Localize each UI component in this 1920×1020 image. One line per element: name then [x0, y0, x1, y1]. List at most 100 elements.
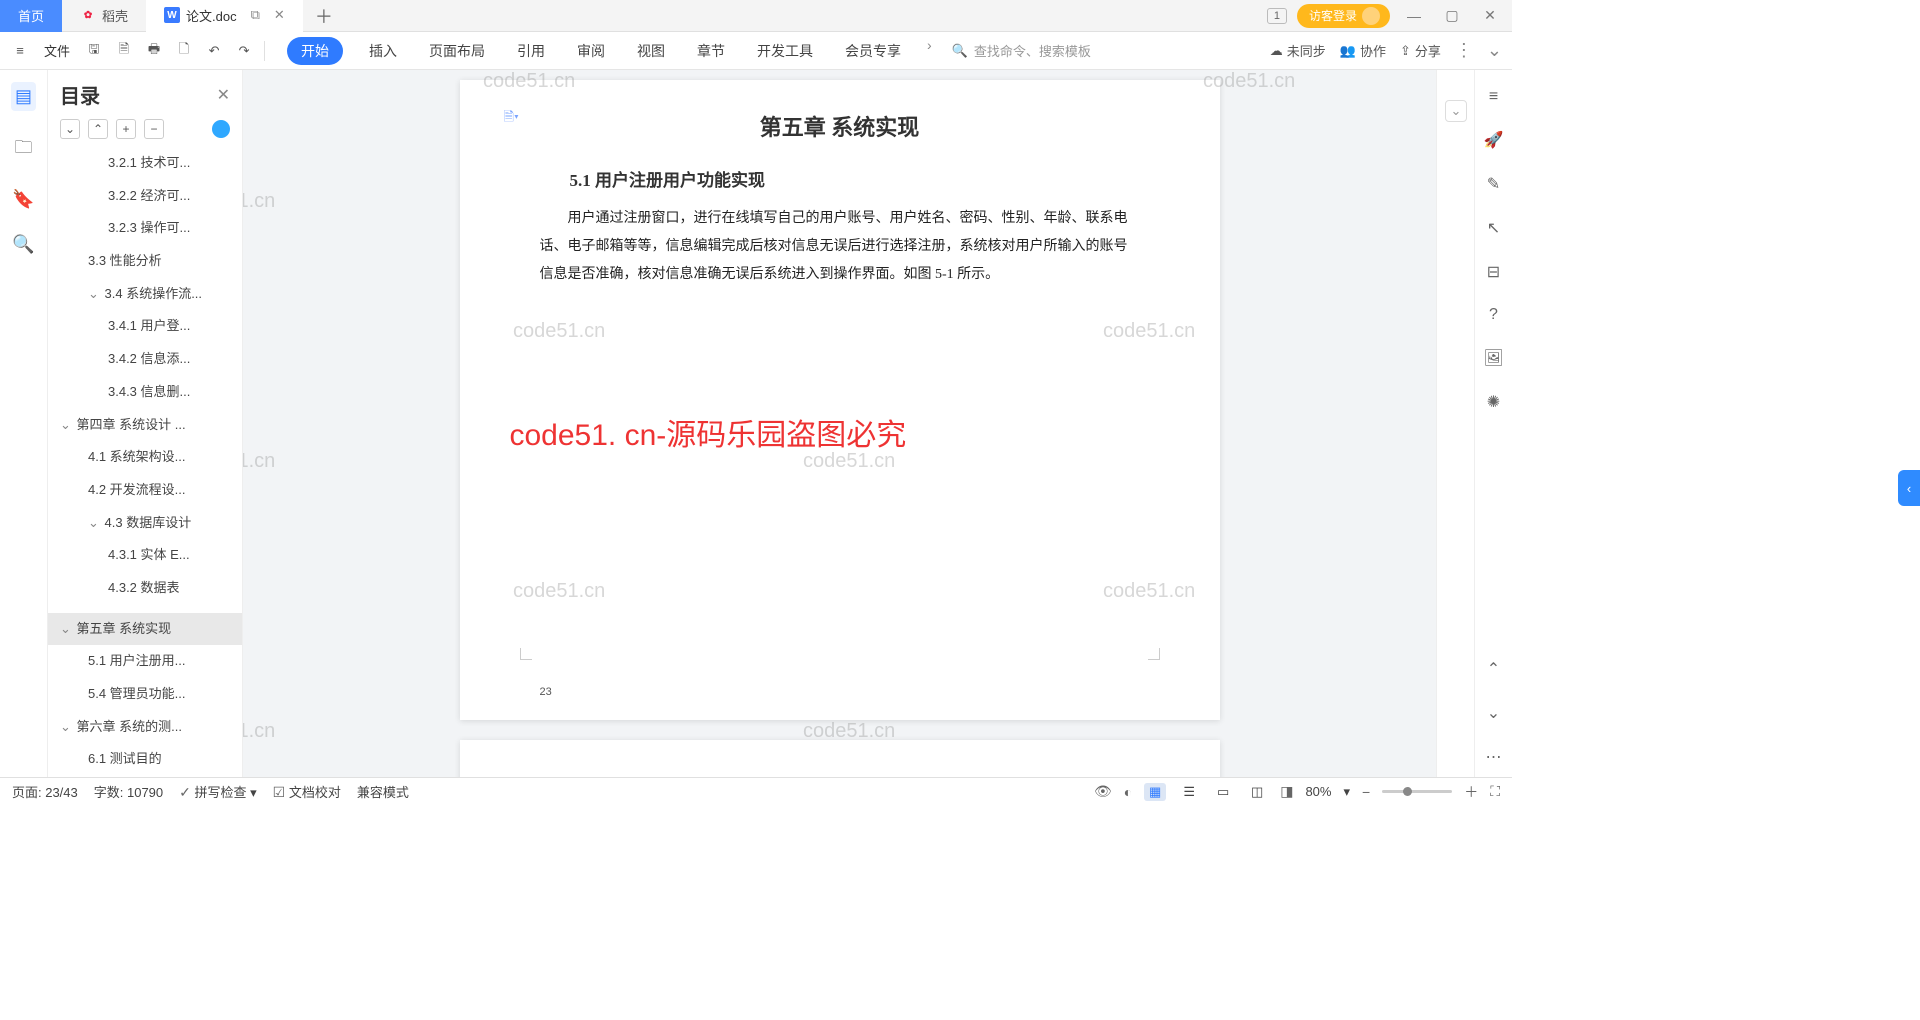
outline-expand-all[interactable]: ⌃	[88, 119, 108, 139]
print-icon[interactable]: 🖶	[144, 41, 164, 61]
tab-close-icon[interactable]: ✕	[274, 7, 285, 23]
ribbon-tab-member[interactable]: 会员专享	[839, 37, 907, 65]
share-button[interactable]: ⇪分享	[1400, 41, 1441, 60]
zoom-in-icon[interactable]: ＋	[1464, 782, 1478, 802]
tab-count-badge[interactable]: 1	[1267, 8, 1287, 24]
document-area[interactable]: 🗎▾ 第五章 系统实现 5.1 用户注册用户功能实现 用户通过注册窗口，进行在线…	[243, 70, 1436, 777]
ribbon-tab-start[interactable]: 开始	[287, 37, 343, 65]
highlighter-icon[interactable]: ✎	[1487, 174, 1500, 194]
outline-item[interactable]: 3.2.2 经济可...	[48, 180, 242, 213]
status-spellcheck[interactable]: ✓ 拼写检查 ▾	[179, 782, 257, 801]
outline-rail-icon[interactable]: ▤	[11, 82, 36, 111]
outline-item[interactable]: 3.4.2 信息添...	[48, 343, 242, 376]
side-expand-tab[interactable]: ‹	[1898, 470, 1920, 506]
bookmark-rail-icon[interactable]: 🔖	[12, 189, 34, 210]
ribbon-tab-reference[interactable]: 引用	[511, 37, 551, 65]
format-brush-icon[interactable]: ≡	[1489, 88, 1498, 106]
ribbon-tab-insert[interactable]: 插入	[363, 37, 403, 65]
menu-icon[interactable]: ≡	[10, 41, 30, 61]
redo-icon[interactable]: ↷	[234, 41, 254, 61]
tab-home[interactable]: 首页	[0, 0, 62, 32]
outline-item[interactable]: 4.2 开发流程设...	[48, 474, 242, 507]
outline-item[interactable]: ⌄ 3.4 系统操作流...	[48, 278, 242, 311]
zoom-value[interactable]: 80%	[1305, 784, 1331, 799]
outline-item[interactable]	[48, 605, 242, 613]
more-tools-icon[interactable]: ⋯	[1486, 747, 1502, 767]
eye-icon[interactable]: 👁	[1094, 783, 1112, 800]
view-web-icon[interactable]: ▭	[1212, 783, 1234, 801]
tab-docer[interactable]: ✿ 稻壳	[62, 0, 146, 32]
ruler-icon[interactable]: ◨	[1280, 783, 1293, 800]
outline-item-label: 4.3.1 实体 E...	[108, 547, 190, 562]
ribbon-tab-review[interactable]: 审阅	[571, 37, 611, 65]
maximize-button[interactable]: ▢	[1438, 7, 1466, 24]
outline-item[interactable]: 4.3.1 实体 E...	[48, 539, 242, 572]
ribbon-tab-section[interactable]: 章节	[691, 37, 731, 65]
status-words[interactable]: 字数: 10790	[94, 782, 163, 801]
file-menu[interactable]: 文件	[44, 41, 70, 60]
zoom-slider[interactable]	[1382, 790, 1452, 793]
collapse-ribbon-icon[interactable]: ⌄	[1487, 40, 1502, 61]
save-icon[interactable]: 🖫	[84, 41, 104, 61]
template-icon[interactable]: ✺	[1487, 392, 1500, 412]
close-window-button[interactable]: ✕	[1476, 7, 1504, 24]
outline-item[interactable]: 6.1 测试目的	[48, 743, 242, 776]
page-doc-icon[interactable]: 🗎▾	[504, 108, 519, 130]
outline-item[interactable]: 5.4 管理员功能...	[48, 678, 242, 711]
outline-item[interactable]: ⌄ 4.3 数据库设计	[48, 507, 242, 540]
focus-icon[interactable]: ◐	[1124, 784, 1132, 800]
settings-slider-icon[interactable]: ⊟	[1487, 262, 1500, 282]
status-compat[interactable]: 兼容模式	[357, 782, 409, 801]
ribbon-more-icon[interactable]: ›	[927, 37, 932, 65]
undo-icon[interactable]: ↶	[204, 41, 224, 61]
status-doccheck[interactable]: ☑ 文档校对	[273, 782, 341, 801]
collapse-right-icon[interactable]: ⌄	[1445, 100, 1467, 122]
more-icon[interactable]: ⋮	[1455, 40, 1473, 61]
cursor-icon[interactable]: ↖	[1487, 218, 1500, 238]
view-page-icon[interactable]: ▦	[1144, 783, 1166, 801]
outline-item[interactable]: 3.4.1 用户登...	[48, 310, 242, 343]
tab-document[interactable]: W 论文.doc ⧉ ✕	[146, 0, 303, 32]
ribbon-tab-layout[interactable]: 页面布局	[423, 37, 491, 65]
outline-item[interactable]: 4.1 系统架构设...	[48, 441, 242, 474]
outline-item[interactable]: ⌄ 第六章 系统的测...	[48, 711, 242, 744]
outline-item[interactable]: 3.4.3 信息删...	[48, 376, 242, 409]
help-icon[interactable]: ?	[1489, 306, 1498, 324]
sync-status[interactable]: ☁未同步	[1270, 41, 1326, 60]
save-as-icon[interactable]: 🗎	[114, 41, 134, 61]
image-tool-icon[interactable]: 🖼	[1483, 348, 1503, 368]
outline-collapse-all[interactable]: ⌄	[60, 119, 80, 139]
collaborate-button[interactable]: 👥协作	[1340, 41, 1386, 60]
fullscreen-icon[interactable]: ⛶	[1490, 783, 1500, 800]
rocket-icon[interactable]: 🚀	[1484, 130, 1504, 150]
outline-item[interactable]: ⌄ 6.2 测试方案设...	[48, 776, 242, 777]
view-outline-icon[interactable]: ☰	[1178, 783, 1200, 801]
view-read-icon[interactable]: ◫	[1246, 783, 1268, 801]
minimize-button[interactable]: —	[1400, 8, 1428, 24]
zoom-out-icon[interactable]: −	[1362, 784, 1370, 800]
thumbnails-rail-icon[interactable]: 🗀	[15, 135, 33, 165]
outline-list[interactable]: 3.2.1 技术可...3.2.2 经济可...3.2.3 操作可...3.3 …	[48, 147, 242, 777]
search-rail-icon[interactable]: 🔍	[12, 234, 34, 255]
outline-close-icon[interactable]: ✕	[217, 85, 230, 105]
outline-item[interactable]: 4.3.2 数据表	[48, 572, 242, 605]
outline-item[interactable]: 5.1 用户注册用...	[48, 645, 242, 678]
outline-item[interactable]: ⌄ 第四章 系统设计 ...	[48, 409, 242, 442]
command-search[interactable]: 🔍 查找命令、搜索模板	[952, 41, 1091, 60]
outline-item[interactable]: 3.3 性能分析	[48, 245, 242, 278]
ribbon-tab-view[interactable]: 视图	[631, 37, 671, 65]
print-preview-icon[interactable]: 🗋	[174, 41, 194, 61]
outline-item[interactable]: 3.2.3 操作可...	[48, 212, 242, 245]
guest-login-button[interactable]: 访客登录	[1297, 4, 1390, 28]
scroll-down-icon[interactable]: ⌄	[1487, 703, 1500, 723]
outline-add[interactable]: +	[116, 119, 136, 139]
outline-item[interactable]: ⌄ 第五章 系统实现	[48, 613, 242, 646]
outline-remove[interactable]: −	[144, 119, 164, 139]
tab-add-button[interactable]: ＋	[303, 3, 345, 29]
ribbon-tab-devtools[interactable]: 开发工具	[751, 37, 819, 65]
tab-duplicate-icon[interactable]: ⧉	[251, 7, 260, 23]
scroll-up-icon[interactable]: ⌃	[1487, 659, 1500, 679]
outline-settings-icon[interactable]	[212, 120, 230, 138]
status-page[interactable]: 页面: 23/43	[12, 782, 78, 801]
outline-item[interactable]: 3.2.1 技术可...	[48, 147, 242, 180]
